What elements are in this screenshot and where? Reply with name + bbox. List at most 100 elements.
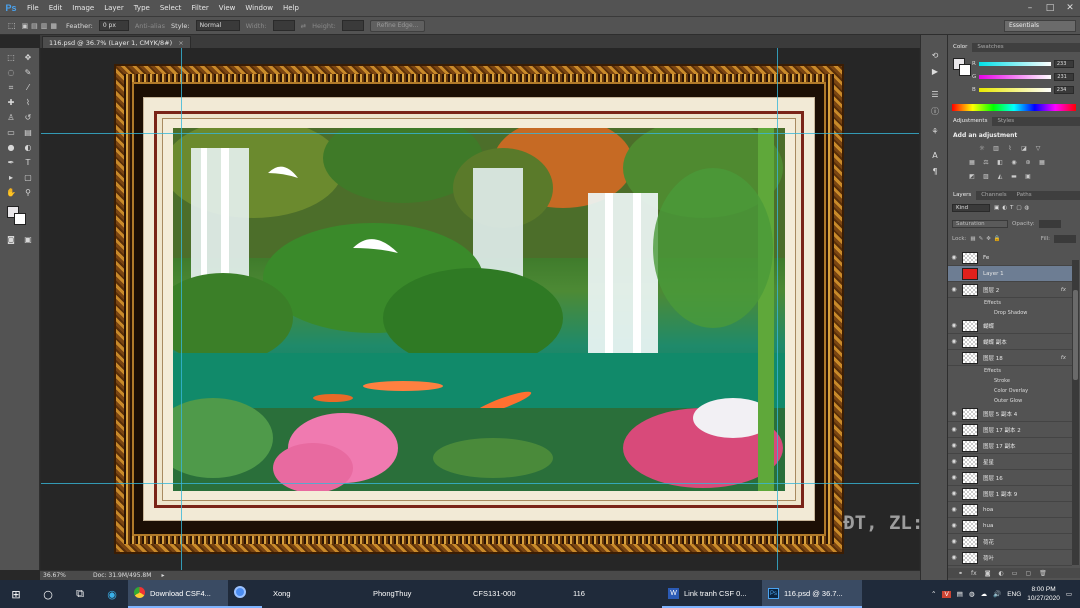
green-slider[interactable]	[979, 74, 1052, 79]
tab-layers[interactable]: Layers	[948, 191, 977, 200]
healing-brush-tool-icon[interactable]: ✚	[4, 97, 18, 109]
paragraph-panel-icon[interactable]: ¶	[929, 167, 941, 177]
eraser-tool-icon[interactable]: ▭	[4, 127, 18, 139]
exposure-adjust-icon[interactable]: ◪	[1020, 145, 1028, 152]
vibrance-adjust-icon[interactable]: ▽	[1034, 145, 1042, 152]
taskbar-app[interactable]	[228, 580, 262, 608]
layers-scrollbar[interactable]	[1072, 260, 1079, 565]
close-button[interactable]: ✕	[1060, 0, 1080, 17]
visibility-eye-icon[interactable]: ◉	[948, 286, 960, 293]
filter-icons[interactable]: ▣◐T▢◍	[994, 205, 1032, 211]
guide-vertical[interactable]	[181, 48, 182, 570]
eyedropper-tool-icon[interactable]: ⁄	[21, 82, 35, 94]
layer-row[interactable]: ◉ Fe	[948, 250, 1072, 266]
tab-styles[interactable]: Styles	[992, 117, 1019, 126]
feather-input[interactable]: 0 px	[98, 20, 129, 31]
layers-scroll-thumb[interactable]	[1073, 290, 1078, 380]
menu-select[interactable]: Select	[155, 0, 187, 17]
posterize-adjust-icon[interactable]: ▨	[982, 173, 990, 180]
visibility-eye-icon[interactable]: ◉	[948, 474, 960, 481]
effects-row[interactable]: Effects	[948, 298, 1072, 308]
opacity-input[interactable]	[1038, 220, 1061, 228]
menu-view[interactable]: View	[214, 0, 241, 17]
effect-item-row[interactable]: Drop Shadow	[948, 308, 1072, 318]
minimize-button[interactable]: –	[1020, 0, 1040, 17]
hue-saturation-adjust-icon[interactable]: ▦	[968, 159, 976, 166]
color-bg-swatch[interactable]	[959, 64, 971, 76]
antialias-checkbox[interactable]: Anti-alias	[135, 22, 165, 30]
visibility-eye-icon[interactable]: ◉	[948, 426, 960, 433]
gradient-map-adjust-icon[interactable]: ▬	[1010, 173, 1018, 180]
swap-icon[interactable]: ⇄	[301, 22, 306, 30]
blue-slider[interactable]	[978, 87, 1051, 92]
selection-mode-icons[interactable]: ▣▤▥▦	[22, 22, 60, 30]
path-select-tool-icon[interactable]: ▸	[4, 172, 18, 184]
tab-swatches[interactable]: Swatches	[972, 43, 1008, 52]
effect-item-row[interactable]: Outer Glow	[948, 396, 1072, 406]
lasso-tool-icon[interactable]: ◌	[4, 67, 18, 79]
layer-row[interactable]: ◉ hoa	[948, 502, 1072, 518]
blend-mode-select[interactable]: Saturation	[952, 220, 1008, 228]
visibility-eye-icon[interactable]: ◉	[948, 322, 960, 329]
layer-row[interactable]: ◉ 荷花	[948, 534, 1072, 550]
visibility-eye-icon[interactable]: ◉	[948, 538, 960, 545]
visibility-eye-icon[interactable]: ◉	[948, 410, 960, 417]
actions-panel-icon[interactable]: ▶	[929, 67, 941, 77]
new-group-icon[interactable]: ▭	[1012, 570, 1018, 577]
vivaldi-tray-icon[interactable]: V	[942, 590, 951, 598]
layer-row[interactable]: ◉ 星星	[948, 454, 1072, 470]
windows-start-icon[interactable]: ⊞	[0, 580, 32, 608]
green-value[interactable]: 231	[1054, 72, 1075, 81]
task-view-icon[interactable]: ⧉	[64, 580, 96, 608]
selective-color-adjust-icon[interactable]: ▣	[1024, 173, 1032, 180]
taskbar-app[interactable]: W Link tranh CSF 0...	[662, 580, 762, 608]
crop-tool-icon[interactable]: ⌗	[4, 82, 18, 94]
taskbar-app[interactable]: PhongThuy	[362, 580, 462, 608]
zoom-tool-icon[interactable]: ⚲	[21, 187, 35, 199]
menu-edit[interactable]: Edit	[44, 0, 68, 17]
layer-row[interactable]: ◉ 图层 17 副本 2	[948, 422, 1072, 438]
document-tab[interactable]: 116.psd @ 36.7% (Layer 1, CMYK/8#) ×	[42, 36, 191, 48]
menu-image[interactable]: Image	[67, 0, 99, 17]
levels-adjust-icon[interactable]: ▥	[992, 145, 1000, 152]
layer-effects-icon[interactable]: fx	[1061, 287, 1066, 293]
channel-mixer-adjust-icon[interactable]: ⊛	[1024, 159, 1032, 166]
visibility-eye-icon[interactable]: ◉	[948, 554, 960, 561]
brush-panel-icon[interactable]: ⚘	[929, 127, 941, 137]
layer-effects-icon[interactable]: fx	[1061, 355, 1066, 361]
history-panel-icon[interactable]: ⟲	[929, 51, 941, 61]
style-select[interactable]: Normal	[195, 20, 240, 31]
gradient-tool-icon[interactable]: ▤	[21, 127, 35, 139]
hand-tool-icon[interactable]: ✋	[4, 187, 18, 199]
menu-filter[interactable]: Filter	[186, 0, 213, 17]
layer-row[interactable]: ◉ 图层 2 fx	[948, 282, 1072, 298]
visibility-eye-icon[interactable]: ◉	[948, 254, 960, 261]
layer-row[interactable]: ◉ 蝴蝶	[948, 318, 1072, 334]
workspace-select[interactable]: Essentials	[1004, 19, 1076, 32]
network-icon[interactable]: ◍	[969, 590, 975, 598]
cloud-icon[interactable]: ☁	[981, 590, 988, 598]
menu-window[interactable]: Window	[240, 0, 278, 17]
clone-stamp-tool-icon[interactable]: ♙	[4, 112, 18, 124]
dodge-tool-icon[interactable]: ◐	[21, 142, 35, 154]
folder-tray-icon[interactable]: ▤	[957, 590, 963, 598]
quick-select-tool-icon[interactable]: ✎	[21, 67, 35, 79]
fill-input[interactable]	[1054, 235, 1076, 243]
link-layers-icon[interactable]: ⚭	[958, 570, 963, 577]
layer-row[interactable]: ◉ 图层 1 副本 9	[948, 486, 1072, 502]
doc-size[interactable]: Doc: 31.9M/495.8M	[93, 572, 151, 579]
guide-horizontal[interactable]	[41, 133, 919, 134]
zoom-level[interactable]: 36.67%	[43, 572, 83, 579]
layer-row[interactable]: ◉ hua	[948, 518, 1072, 534]
layer-row[interactable]: ◉ 荷叶	[948, 550, 1072, 566]
blue-value[interactable]: 234	[1053, 85, 1074, 94]
screen-mode-icon[interactable]: ▣	[21, 234, 35, 246]
guide-vertical[interactable]	[777, 48, 778, 570]
brush-tool-icon[interactable]: ⌇	[21, 97, 35, 109]
visibility-eye-icon[interactable]: ◉	[948, 490, 960, 497]
guide-horizontal[interactable]	[41, 483, 919, 484]
threshold-adjust-icon[interactable]: ◭	[996, 173, 1004, 180]
pen-tool-icon[interactable]: ✒	[4, 157, 18, 169]
character-panel-icon[interactable]: A	[929, 151, 941, 161]
visibility-eye-icon[interactable]: ◉	[948, 458, 960, 465]
